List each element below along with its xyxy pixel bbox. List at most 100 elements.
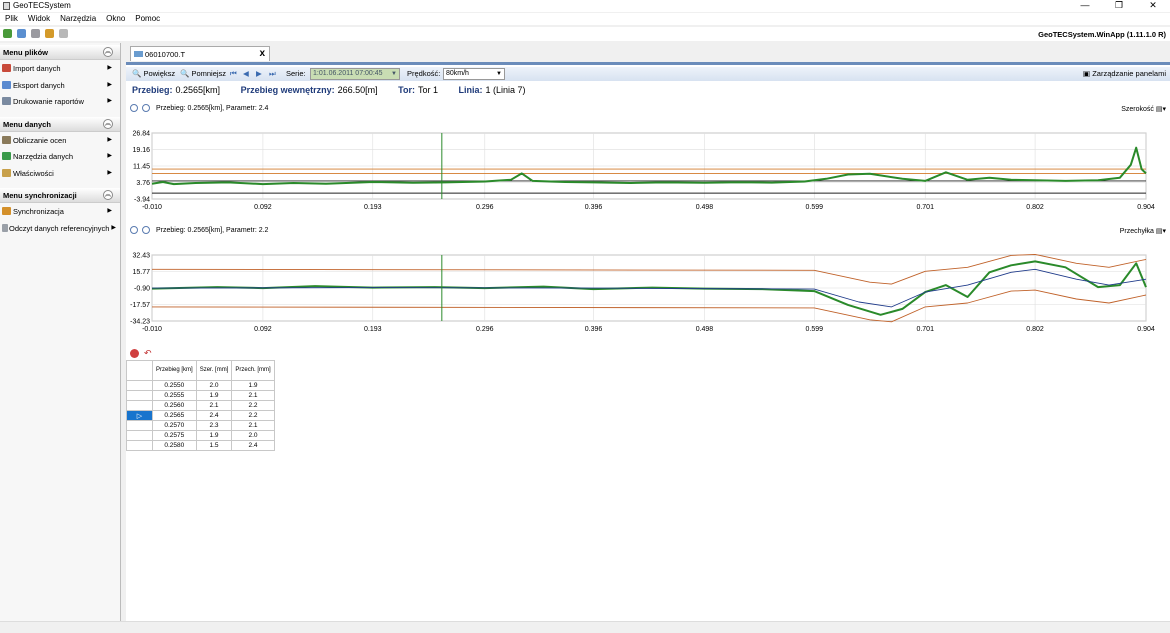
width-chart[interactable]: -0.010 0.092 0.193 0.296 0.396 0.498 0.599 0.70… <box>126 127 1170 217</box>
sidebar-item-properties[interactable]: Właściwości ▶ <box>0 165 120 182</box>
chevron-right-icon: ▶ <box>107 153 112 159</box>
menu-okno[interactable]: Okno <box>101 13 130 25</box>
table-cell[interactable]: 2.4 <box>231 440 275 451</box>
menu-narzedzia[interactable]: Narzędzia <box>55 13 101 25</box>
sidebar-item-data-tools[interactable]: Narzędzia danych ▶ <box>0 148 120 165</box>
users-icon[interactable] <box>45 29 54 38</box>
col-przebieg[interactable]: Przebieg [km] <box>152 360 197 381</box>
x-tick-label: 0.296 <box>476 204 494 211</box>
menu-plik[interactable]: Plik <box>0 13 23 25</box>
sidebar-group-sync[interactable]: Menu synchronizacji ︽ <box>0 188 120 203</box>
row-header[interactable] <box>126 380 153 391</box>
internal-value: 266.50[m] <box>337 85 378 95</box>
table-cell[interactable]: 2.0 <box>195 380 233 391</box>
minimize-button[interactable]: — <box>1068 0 1102 12</box>
table-row[interactable]: 0.2575 1.9 2.0 <box>126 430 275 441</box>
table-cell[interactable]: 0.2555 <box>152 390 197 401</box>
row-header[interactable] <box>126 400 153 411</box>
position-info: Przebieg: 0.2565[km] Przebieg wewnętrzny:… <box>132 85 544 95</box>
row-header[interactable]: ▷ <box>126 410 153 421</box>
cant-chart[interactable]: -0.010 0.092 0.193 0.296 0.396 0.498 0.599 0.70… <box>126 249 1170 339</box>
speed-select[interactable]: 80km/h ▼ <box>443 68 505 80</box>
data-table: Przebieg [km] Szer. [mm] Przech. [mm] 0.… <box>126 360 275 451</box>
x-tick-label: 0.296 <box>476 326 494 333</box>
table-cell[interactable]: 2.2 <box>231 400 275 411</box>
tools-icon[interactable] <box>31 29 40 38</box>
title-bar: GeoTECSystem — ❐ ✕ <box>0 0 1170 12</box>
table-cell[interactable]: 0.2570 <box>152 420 197 431</box>
table-cell[interactable]: 0.2565 <box>152 410 197 421</box>
table-cell[interactable]: 2.1 <box>231 420 275 431</box>
table-cell[interactable]: 0.2550 <box>152 380 197 391</box>
window-controls: — ❐ ✕ <box>1068 0 1170 12</box>
restore-button[interactable]: ❐ <box>1102 0 1136 12</box>
table-cell[interactable]: 2.4 <box>195 410 233 421</box>
table-row[interactable]: 0.2555 1.9 2.1 <box>126 390 275 401</box>
collapse-icon[interactable]: ︽ <box>103 190 113 200</box>
chevron-right-icon: ▶ <box>107 169 112 176</box>
zoom-in-icon[interactable] <box>130 226 138 234</box>
zoom-in-button[interactable]: 🔍 Powiększ <box>132 69 175 78</box>
col-szer[interactable]: Szer. [mm] <box>195 360 233 381</box>
collapse-icon[interactable]: ︽ <box>103 118 113 129</box>
col-przech[interactable]: Przech. [mm] <box>231 360 275 381</box>
table-cell[interactable]: 1.5 <box>195 440 233 451</box>
collapse-icon[interactable]: ︽ <box>103 47 113 57</box>
table-cell[interactable]: 2.1 <box>231 390 275 401</box>
parameter-select[interactable]: Przechyłka ▤▾ <box>1120 227 1166 235</box>
x-tick-label: 0.396 <box>585 204 603 211</box>
zoom-in-icon[interactable] <box>130 104 138 112</box>
sidebar-item-label: Drukowanie raportów <box>13 97 84 106</box>
table-cell[interactable]: 1.9 <box>195 430 233 441</box>
row-header[interactable] <box>126 430 153 441</box>
row-header[interactable] <box>126 390 153 401</box>
sidebar-item-export[interactable]: Eksport danych ▶ <box>0 77 120 94</box>
table-cell[interactable]: 0.2580 <box>152 440 197 451</box>
zoom-out-icon[interactable] <box>142 226 150 234</box>
close-tab-icon[interactable]: x <box>259 48 265 59</box>
zoom-out-icon[interactable] <box>142 104 150 112</box>
table-cell[interactable]: 1.9 <box>231 380 275 391</box>
row-header[interactable] <box>126 420 153 431</box>
sidebar-item-label: Import danych <box>13 64 61 73</box>
sidebar-group-files[interactable]: Menu plików ︽ <box>0 45 120 60</box>
save-icon[interactable] <box>17 29 26 38</box>
nav-first-icon[interactable]: ⏮ <box>230 69 237 79</box>
table-cell[interactable]: 0.2575 <box>152 430 197 441</box>
sidebar-item-sync[interactable]: Synchronizacja ▶ <box>0 203 120 220</box>
table-row[interactable]: 0.2580 1.5 2.4 <box>126 440 275 451</box>
sidebar-group-data[interactable]: Menu danych ︽ <box>0 116 120 132</box>
table-cell[interactable]: 2.3 <box>195 420 233 431</box>
panel-caption: Przebieg: 0.2565[km], Parametr: 2.4 <box>156 105 269 112</box>
group-title: Menu plików <box>3 48 48 57</box>
table-row[interactable]: ▷ 0.2565 2.4 2.2 <box>126 410 275 421</box>
table-row[interactable]: 0.2550 2.0 1.9 <box>126 380 275 391</box>
menu-pomoc[interactable]: Pomoc <box>130 13 165 25</box>
nav-next-icon[interactable]: ▶ <box>256 69 262 78</box>
user-icon[interactable] <box>59 29 68 38</box>
nav-prev-icon[interactable]: ◀ <box>243 69 249 78</box>
menu-widok[interactable]: Widok <box>23 13 55 25</box>
sidebar-item-ratings[interactable]: Obliczanie ocen ▶ <box>0 132 120 149</box>
panel-management-button[interactable]: ▣ Zarządzanie panelami <box>1083 69 1166 78</box>
sidebar-item-print[interactable]: Drukowanie raportów ▶ <box>0 93 120 110</box>
table-row[interactable]: 0.2560 2.1 2.2 <box>126 400 275 411</box>
parameter-select[interactable]: Szerokość ▤▾ <box>1121 105 1166 113</box>
sidebar-item-import[interactable]: Import danych ▶ <box>0 60 120 77</box>
table-cell[interactable]: 2.2 <box>231 410 275 421</box>
open-icon[interactable] <box>3 29 12 38</box>
sidebar-item-reference[interactable]: Odczyt danych referencyjnych ▶ <box>0 220 120 237</box>
table-row[interactable]: 0.2570 2.3 2.1 <box>126 420 275 431</box>
table-cell[interactable]: 1.9 <box>195 390 233 401</box>
nav-last-icon[interactable]: ⏭ <box>269 69 276 79</box>
close-button[interactable]: ✕ <box>1136 0 1170 12</box>
tab-document[interactable]: 06010700.T x <box>130 46 270 61</box>
undo-icon[interactable]: ↶ <box>144 349 153 358</box>
table-cell[interactable]: 2.0 <box>231 430 275 441</box>
remove-icon[interactable] <box>130 349 139 358</box>
table-cell[interactable]: 0.2560 <box>152 400 197 411</box>
zoom-out-button[interactable]: 🔍 Pomniejsz <box>180 69 226 78</box>
series-select[interactable]: 1:01.06.2011 07:00:45 ▼ <box>310 68 400 80</box>
table-cell[interactable]: 2.1 <box>195 400 233 411</box>
row-header[interactable] <box>126 440 153 451</box>
